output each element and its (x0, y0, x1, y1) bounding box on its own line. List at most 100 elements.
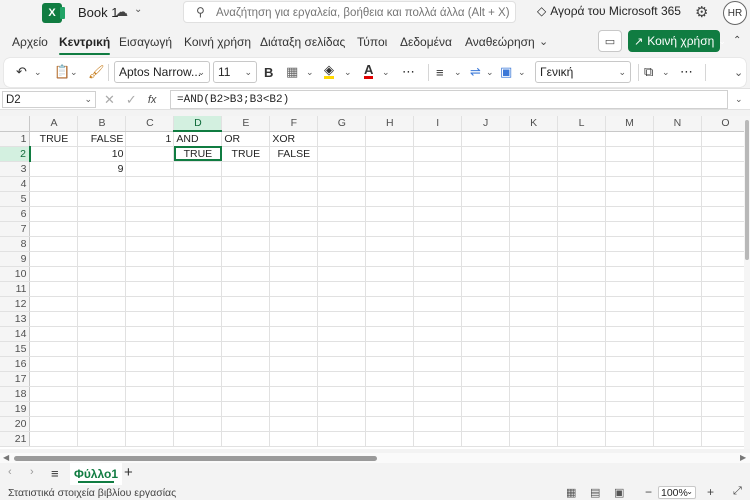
cell-i4[interactable] (413, 176, 463, 192)
page-layout-view-icon[interactable]: ▣ (614, 486, 624, 499)
cell-l12[interactable] (557, 296, 607, 312)
cell-k12[interactable] (509, 296, 559, 312)
cloud-sync-icon[interactable]: ☁ (115, 4, 131, 20)
cell-a7[interactable] (29, 221, 79, 237)
cell-f6[interactable] (269, 206, 319, 222)
cell-m19[interactable] (605, 401, 654, 417)
cell-k17[interactable] (509, 371, 559, 387)
cell-g18[interactable] (317, 386, 367, 402)
align-icon[interactable]: ≡ (436, 63, 444, 81)
column-header-c[interactable]: C (125, 116, 175, 132)
cell-l16[interactable] (557, 356, 607, 372)
cell-m3[interactable] (605, 161, 654, 177)
zoom-level-dropdown[interactable]: 100% ⌄ (658, 486, 696, 499)
cell-m1[interactable] (605, 131, 654, 147)
cell-g1[interactable] (317, 131, 367, 147)
cell-j21[interactable] (461, 431, 511, 447)
add-sheet-button[interactable]: + (124, 464, 133, 481)
cell-m10[interactable] (605, 266, 654, 282)
cell-g12[interactable] (317, 296, 367, 312)
cell-d6[interactable] (173, 206, 223, 222)
insert-function-icon[interactable]: fx (148, 94, 157, 106)
cell-o21[interactable] (701, 431, 750, 447)
cell-e10[interactable] (221, 266, 271, 282)
cell-m17[interactable] (605, 371, 654, 387)
cell-o10[interactable] (701, 266, 750, 282)
cell-m14[interactable] (605, 326, 654, 342)
confirm-edit-icon[interactable]: ✓ (126, 92, 137, 108)
cell-l5[interactable] (557, 191, 607, 207)
column-header-m[interactable]: M (605, 116, 654, 132)
row-header-1[interactable]: 1 (0, 131, 31, 147)
search-input[interactable] (216, 5, 511, 20)
cell-a6[interactable] (29, 206, 79, 222)
cell-j12[interactable] (461, 296, 511, 312)
cell-h2[interactable] (365, 146, 415, 162)
ribbon-collapse-chevron-icon[interactable]: ⌃ (733, 35, 741, 46)
cell-o3[interactable] (701, 161, 750, 177)
buy-microsoft365-link[interactable]: ◇ Αγορά του Microsoft 365 (537, 4, 681, 18)
cell-d15[interactable] (173, 341, 223, 357)
cell-h11[interactable] (365, 281, 415, 297)
cell-n3[interactable] (653, 161, 702, 177)
cell-d17[interactable] (173, 371, 223, 387)
cell-o12[interactable] (701, 296, 750, 312)
cell-i9[interactable] (413, 251, 463, 267)
cell-f2[interactable]: FALSE (269, 146, 319, 162)
cell-b20[interactable] (77, 416, 127, 432)
row-header-2[interactable]: 2 (0, 146, 31, 162)
row-header-6[interactable]: 6 (0, 206, 31, 222)
column-header-o[interactable]: O (701, 116, 750, 132)
cell-a12[interactable] (29, 296, 79, 312)
cell-f18[interactable] (269, 386, 319, 402)
excel-logo-icon[interactable]: X (42, 3, 65, 23)
expand-ribbon-chevron-icon[interactable]: ⌄ (734, 63, 743, 81)
cell-o5[interactable] (701, 191, 750, 207)
cell-j6[interactable] (461, 206, 511, 222)
row-header-14[interactable]: 14 (0, 326, 31, 342)
font-size-dropdown[interactable]: 11 ⌄ (213, 61, 257, 83)
cell-c14[interactable] (125, 326, 175, 342)
cell-b9[interactable] (77, 251, 127, 267)
cell-d21[interactable] (173, 431, 223, 447)
cell-l11[interactable] (557, 281, 607, 297)
cell-h4[interactable] (365, 176, 415, 192)
cell-d1[interactable]: AND (173, 131, 223, 147)
cell-n9[interactable] (653, 251, 702, 267)
cell-c4[interactable] (125, 176, 175, 192)
cell-a9[interactable] (29, 251, 79, 267)
cell-c2[interactable] (125, 146, 175, 162)
cell-l19[interactable] (557, 401, 607, 417)
cell-n8[interactable] (653, 236, 702, 252)
borders-icon[interactable]: ▦ (286, 63, 298, 81)
cell-i6[interactable] (413, 206, 463, 222)
cell-n18[interactable] (653, 386, 702, 402)
cell-e13[interactable] (221, 311, 271, 327)
row-header-8[interactable]: 8 (0, 236, 31, 252)
cell-m15[interactable] (605, 341, 654, 357)
undo-dropdown-chevron-icon[interactable]: ⌄ (34, 63, 42, 81)
row-header-7[interactable]: 7 (0, 221, 31, 237)
cell-a2[interactable] (29, 146, 79, 162)
bold-button[interactable]: B (264, 63, 273, 81)
cell-g14[interactable] (317, 326, 367, 342)
cell-d9[interactable] (173, 251, 223, 267)
row-header-13[interactable]: 13 (0, 311, 31, 327)
cell-g4[interactable] (317, 176, 367, 192)
cell-b16[interactable] (77, 356, 127, 372)
cell-d12[interactable] (173, 296, 223, 312)
cell-i8[interactable] (413, 236, 463, 252)
cell-l4[interactable] (557, 176, 607, 192)
tab-formulas[interactable]: Τύποι (357, 35, 387, 49)
cell-h9[interactable] (365, 251, 415, 267)
cell-o8[interactable] (701, 236, 750, 252)
cell-h12[interactable] (365, 296, 415, 312)
cell-i12[interactable] (413, 296, 463, 312)
cell-j20[interactable] (461, 416, 511, 432)
cell-d7[interactable] (173, 221, 223, 237)
styles-icon[interactable]: ⧉ (644, 63, 653, 81)
cell-n19[interactable] (653, 401, 702, 417)
cell-g15[interactable] (317, 341, 367, 357)
cell-k14[interactable] (509, 326, 559, 342)
cell-n6[interactable] (653, 206, 702, 222)
